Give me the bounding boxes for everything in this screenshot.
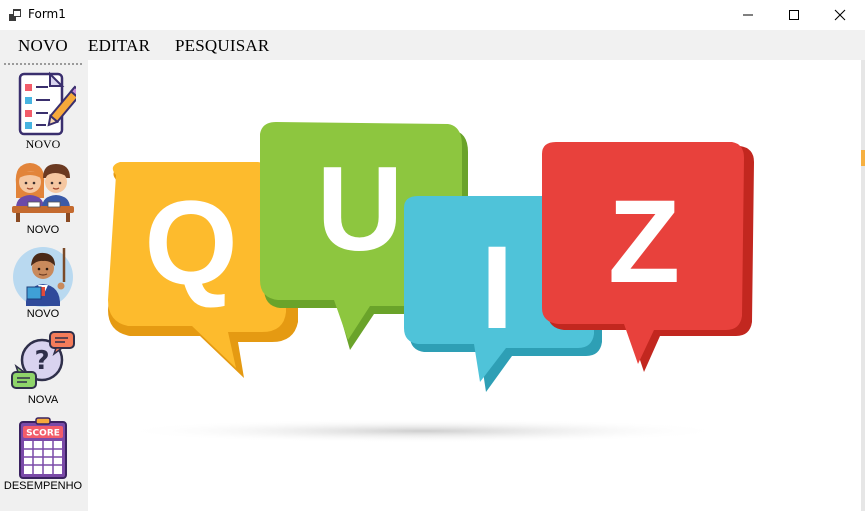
toolbar-label: NOVO	[25, 137, 61, 151]
svg-text:?: ?	[34, 346, 49, 376]
toolbar-label: DESEMPENHO	[3, 480, 83, 492]
minimize-button[interactable]	[725, 0, 771, 30]
close-icon	[834, 9, 846, 21]
quiz-letter-z-text: Z	[608, 176, 680, 308]
score-board-icon: SCORE	[19, 417, 67, 479]
toolbar-button-novo-aluno[interactable]: NOVO	[0, 158, 86, 236]
quiz-banner: Q U I Z	[108, 122, 754, 443]
left-toolbar: NOVO NOVO NOVO ? NOVA SCORE DESEMPENHO	[0, 60, 88, 511]
quiz-letter-q-text: Q	[144, 176, 237, 310]
question-chat-icon: ?	[11, 331, 75, 389]
maximize-icon	[789, 10, 799, 20]
quiz-letter-i-text: I	[481, 222, 514, 354]
toolbar-button-novo-professor[interactable]: NOVO	[0, 242, 86, 320]
quiz-letter-u-text: U	[317, 142, 404, 276]
menu-pesquisar[interactable]: PESQUISAR	[175, 36, 269, 56]
checklist-icon	[18, 71, 76, 136]
close-button[interactable]	[817, 0, 863, 30]
app-icon	[9, 9, 21, 21]
toolbar-label: NOVO	[26, 308, 60, 320]
toolbar-label: NOVO	[26, 224, 60, 236]
toolbar-button-novo-quiz[interactable]: NOVO	[0, 70, 86, 150]
window-right-edge	[861, 60, 865, 511]
toolbar-label: NOVA	[27, 394, 59, 406]
students-icon	[12, 163, 74, 222]
window-title: Form1	[28, 7, 66, 21]
toolbar-button-nova-pergunta[interactable]: ? NOVA	[0, 328, 86, 406]
maximize-button[interactable]	[771, 0, 817, 30]
toolbar-button-desempenho[interactable]: SCORE DESEMPENHO	[0, 416, 86, 492]
score-icon-text: SCORE	[26, 429, 60, 439]
edge-mark	[861, 150, 865, 166]
menu-novo[interactable]: NOVO	[18, 36, 68, 56]
content-area: Q U I Z	[88, 60, 865, 511]
menu-bar: NOVO EDITAR PESQUISAR	[0, 30, 865, 60]
title-bar: Form1	[0, 0, 865, 30]
toolbar-grip[interactable]	[4, 63, 82, 65]
minimize-icon	[743, 14, 753, 16]
menu-editar[interactable]: EDITAR	[88, 36, 150, 56]
teacher-icon	[13, 247, 73, 307]
